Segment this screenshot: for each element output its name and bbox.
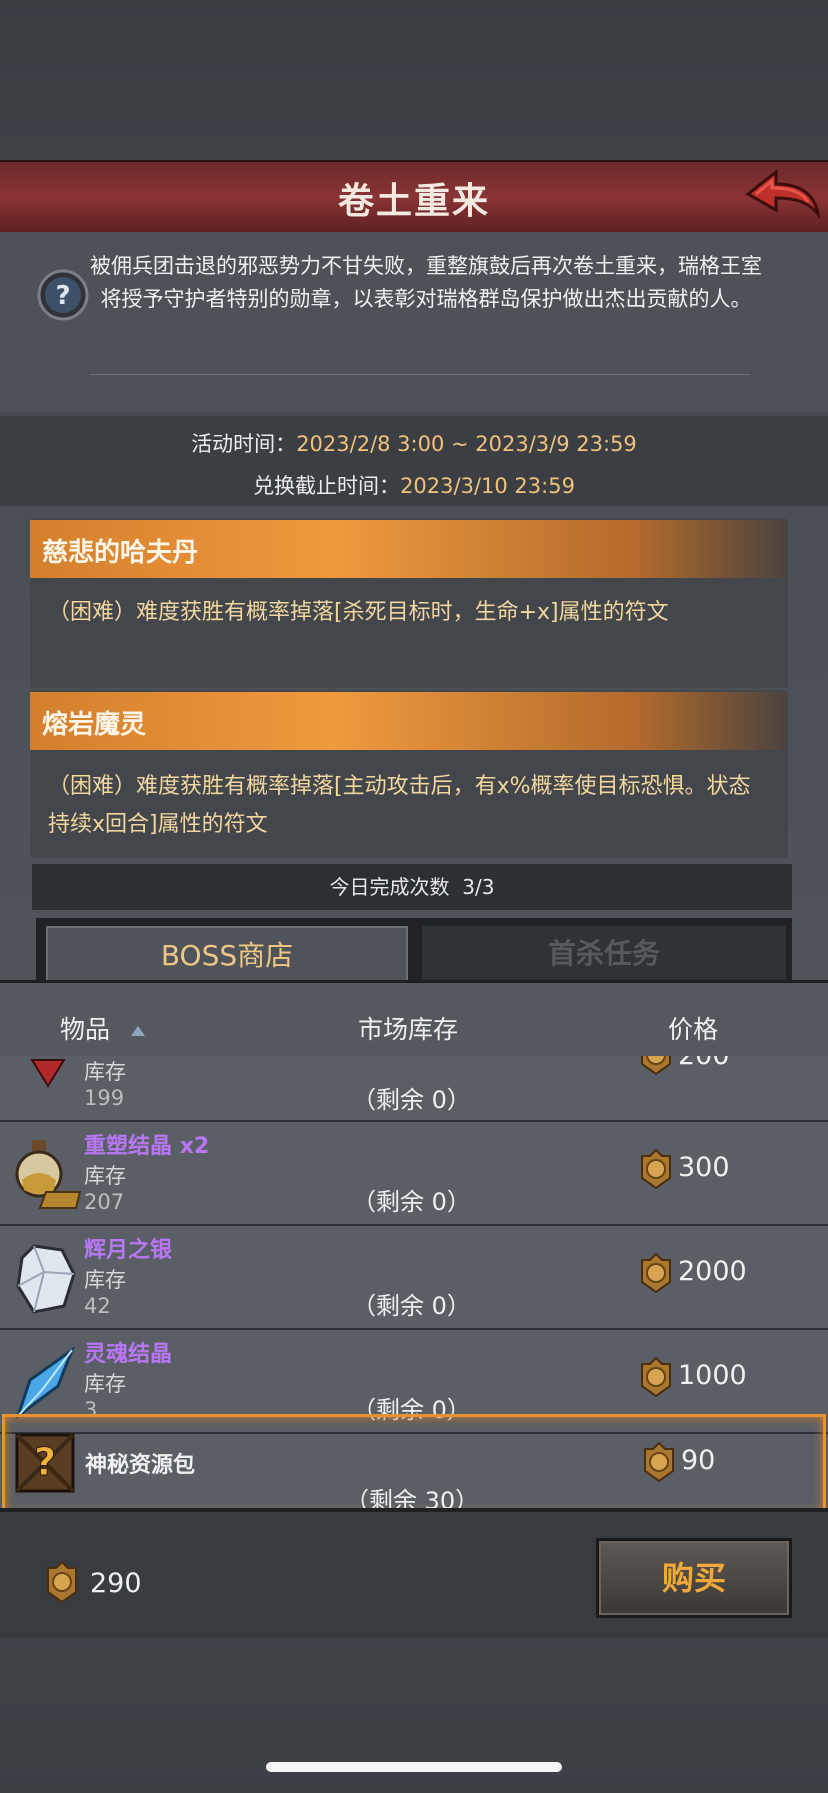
medal-coin-icon — [44, 1560, 80, 1604]
medal-coin-icon — [638, 1056, 674, 1076]
exchange-deadline-value: 2023/3/10 23:59 — [400, 474, 575, 498]
item-quantity: x2 — [179, 1134, 210, 1159]
svg-text:?: ? — [55, 281, 70, 311]
tab-boss-shop[interactable]: BOSS商店 — [46, 926, 408, 984]
stock-label: 库存 — [84, 1372, 126, 1396]
list-item[interactable]: 库存 199 （剩余 0） 200 — [0, 1056, 828, 1122]
price-value: 200 — [678, 1056, 730, 1071]
column-price[interactable]: 价格 — [668, 1010, 718, 1046]
stock-value: 199 — [84, 1086, 125, 1110]
daily-completion-bar: 今日完成次数 3/3 — [32, 864, 792, 910]
svg-text:?: ? — [34, 1440, 56, 1484]
item-name: 神秘资源包 — [85, 1453, 196, 1478]
column-item[interactable]: 物品 — [60, 1010, 110, 1046]
stock-value: 42 — [84, 1294, 111, 1318]
stock-label: 库存 — [84, 1060, 126, 1084]
remaining-count: （剩余 0） — [352, 1086, 471, 1114]
daily-completion-label: 今日完成次数 — [329, 875, 450, 899]
divider — [90, 374, 750, 375]
shop-list[interactable]: 库存 199 （剩余 0） 200 重塑结晶 x2 库存 207 （剩余 0） … — [0, 1056, 828, 1508]
price-value: 1000 — [678, 1360, 747, 1391]
boss-drop-desc: （困难）难度获胜有概率掉落[杀死目标时，生命+x]属性的符文 — [48, 600, 669, 625]
stock-value: 207 — [84, 1190, 125, 1214]
home-indicator[interactable] — [266, 1762, 562, 1772]
item-name-text: 重塑结晶 — [84, 1134, 173, 1159]
event-time-label: 活动时间： — [191, 432, 297, 456]
list-item[interactable]: 辉月之银 库存 42 （剩余 0） 2000 — [0, 1224, 828, 1330]
boss-name: 熔岩魔灵 — [42, 710, 147, 740]
sort-ascending-icon[interactable] — [130, 1022, 146, 1036]
price-value: 90 — [681, 1445, 716, 1476]
boss-name: 慈悲的哈夫丹 — [42, 538, 199, 568]
stock-label: 库存 — [84, 1164, 126, 1188]
item-name: 灵魂结晶 — [84, 1342, 173, 1367]
medal-coin-icon — [641, 1441, 677, 1483]
wallet-balance: 290 — [90, 1568, 142, 1599]
list-item-selected[interactable]: ? 神秘资源包 （剩余 30） 90 — [2, 1414, 826, 1508]
exchange-deadline: 兑换截止时间：2023/3/10 23:59 — [0, 470, 828, 500]
event-time-value: 2023/2/8 3:00 ~ 2023/3/9 23:59 — [296, 432, 637, 456]
silver-ore-icon — [14, 1242, 78, 1316]
column-market-stock[interactable]: 市场库存 — [358, 1010, 458, 1046]
medal-coin-icon — [638, 1252, 674, 1294]
list-item[interactable]: 重塑结晶 x2 库存 207 （剩余 0） 300 — [0, 1120, 828, 1226]
remaining-count: （剩余 30） — [345, 1487, 480, 1508]
red-gem-icon — [30, 1056, 66, 1088]
tab-first-kill-tasks[interactable]: 首杀任务 — [422, 926, 786, 982]
item-name: 重塑结晶 x2 — [84, 1128, 209, 1160]
medal-coin-icon — [638, 1148, 674, 1190]
back-arrow-icon[interactable] — [742, 164, 822, 224]
item-name: 辉月之银 — [84, 1238, 173, 1263]
price-value: 300 — [678, 1152, 730, 1183]
remaining-count: （剩余 0） — [352, 1188, 471, 1216]
stock-label: 库存 — [84, 1268, 126, 1292]
daily-completion-value: 3/3 — [462, 875, 495, 899]
help-icon[interactable]: ? — [36, 268, 90, 322]
potion-gold-icon — [10, 1136, 82, 1212]
buy-button[interactable]: 购买 — [596, 1538, 792, 1618]
boss-drop-desc: （困难）难度获胜有概率掉落[主动攻击后，有x%概率使目标恐惧。状态持续x回合]属… — [48, 774, 751, 837]
event-description: 被佣兵团击退的邪恶势力不甘失败，重整旗鼓后再次卷土重来，瑞格王室将授予守护者特别… — [90, 254, 762, 311]
exchange-deadline-label: 兑换截止时间： — [253, 474, 401, 498]
event-time: 活动时间：2023/2/8 3:00 ~ 2023/3/9 23:59 — [0, 428, 828, 458]
soul-crystal-icon — [10, 1345, 78, 1421]
page-title: 卷土重来 — [337, 181, 490, 222]
medal-coin-icon — [638, 1356, 674, 1398]
price-value: 2000 — [678, 1256, 747, 1287]
mystery-crate-icon: ? — [13, 1431, 77, 1495]
remaining-count: （剩余 0） — [352, 1292, 471, 1320]
